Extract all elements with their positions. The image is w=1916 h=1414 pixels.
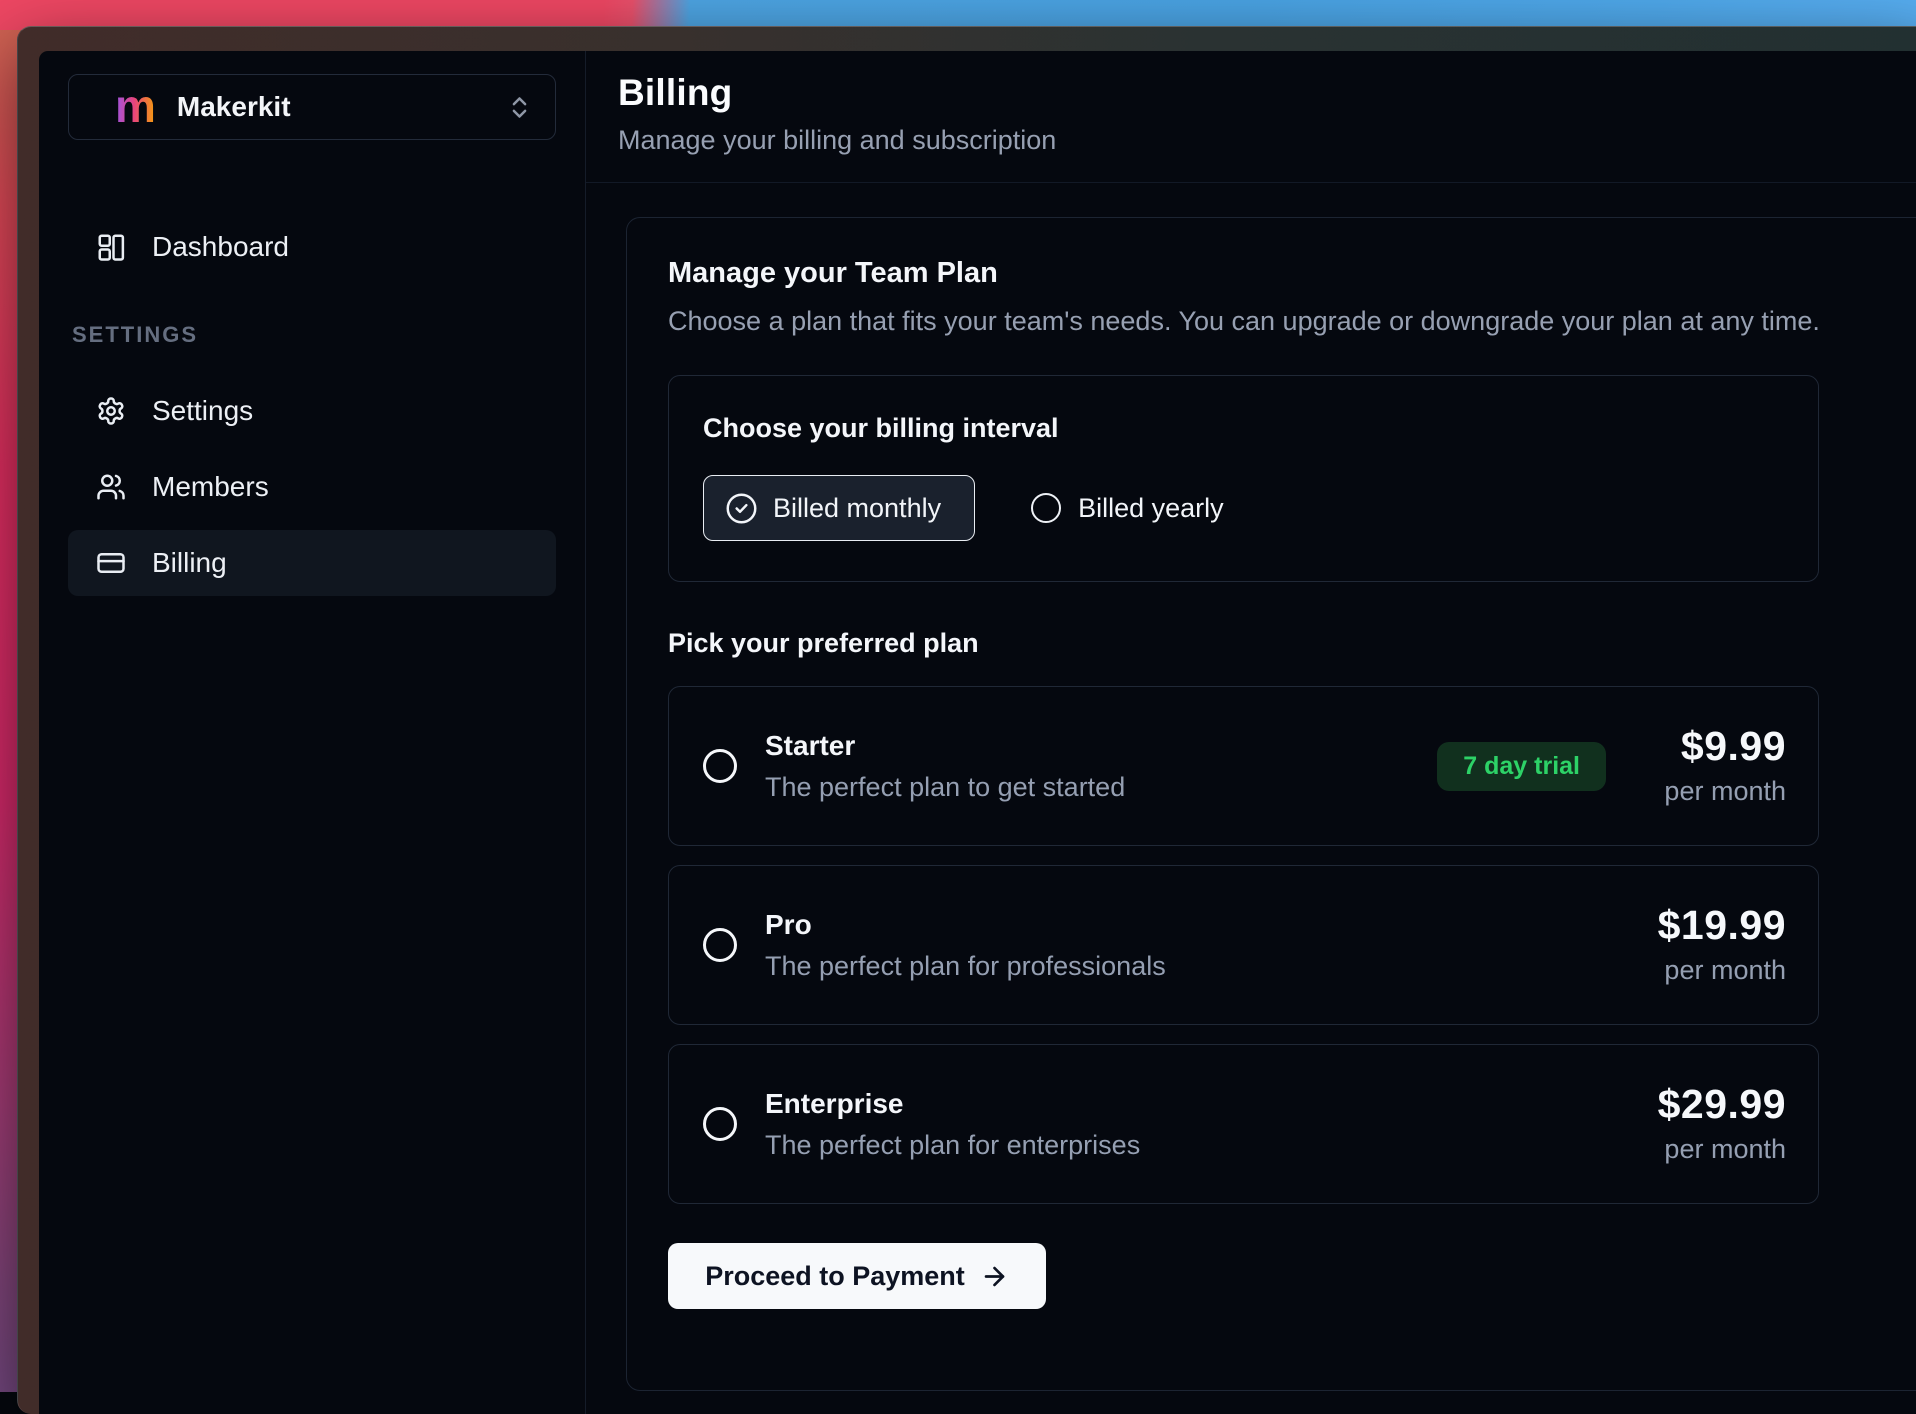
plan-texts: Enterprise The perfect plan for enterpri… [765,1088,1140,1161]
page-title: Billing [618,72,1902,114]
plan-description: The perfect plan to get started [765,772,1125,803]
pick-plan-label: Pick your preferred plan [668,628,1899,659]
credit-card-icon [96,548,126,578]
plan-texts: Starter The perfect plan to get started [765,730,1125,803]
app-content: m Makerkit Dashboard SETTINGS [39,51,1916,1414]
workspace-selector[interactable]: m Makerkit [68,74,556,140]
header-divider [586,182,1916,183]
sidebar-nav: Dashboard SETTINGS Settings Members [39,214,585,596]
chevrons-up-down-icon [506,94,533,121]
plan-period: per month [1646,955,1786,986]
circle-check-icon [725,492,758,525]
trial-badge: 7 day trial [1437,742,1606,791]
radio-circle-icon [1031,493,1061,523]
plan-texts: Pro The perfect plan for professionals [765,909,1166,982]
billing-interval-label: Choose your billing interval [703,413,1784,444]
sidebar-item-billing[interactable]: Billing [68,530,556,596]
billing-interval-options: Billed monthly Billed yearly [703,475,1784,541]
page-subtitle: Manage your billing and subscription [618,125,1902,156]
users-icon [96,472,126,502]
gear-icon [96,396,126,426]
billing-interval-box: Choose your billing interval Billed mont… [668,375,1819,582]
proceed-to-payment-label: Proceed to Payment [705,1261,965,1292]
radio-circle-icon[interactable] [703,749,737,783]
plan-row-enterprise[interactable]: Enterprise The perfect plan for enterpri… [668,1044,1819,1204]
price-block: $9.99 per month [1646,725,1786,807]
sidebar-item-label: Dashboard [152,231,289,263]
plan-name: Enterprise [765,1088,1140,1120]
workspace-name: Makerkit [177,91,291,123]
plan-period: per month [1646,776,1786,807]
billed-monthly-label: Billed monthly [773,493,941,524]
sidebar-item-settings[interactable]: Settings [68,378,556,444]
plan-row-pro[interactable]: Pro The perfect plan for professionals $… [668,865,1819,1025]
sidebar-section-settings: SETTINGS [68,322,556,348]
dashboard-icon [96,232,126,262]
main-content: Billing Manage your billing and subscrip… [586,51,1916,1414]
makerkit-logo: m [115,86,155,127]
desktop-wallpaper: m Makerkit Dashboard SETTINGS [0,0,1916,1392]
radio-circle-icon[interactable] [703,1107,737,1141]
team-plan-card: Manage your Team Plan Choose a plan that… [626,217,1916,1391]
page-header: Billing Manage your billing and subscrip… [586,51,1916,156]
price-block: $19.99 per month [1646,904,1786,986]
plan-price: $19.99 [1646,904,1786,947]
sidebar-item-members[interactable]: Members [68,454,556,520]
billed-monthly-option[interactable]: Billed monthly [703,475,975,541]
price-block: $29.99 per month [1646,1083,1786,1165]
plan-description: The perfect plan for enterprises [765,1130,1140,1161]
billed-yearly-label: Billed yearly [1078,493,1224,524]
arrow-right-icon [980,1262,1009,1291]
card-title: Manage your Team Plan [668,257,1899,290]
plan-row-starter[interactable]: Starter The perfect plan to get started … [668,686,1819,846]
plan-price: $9.99 [1646,725,1786,768]
sidebar: m Makerkit Dashboard SETTINGS [39,51,586,1414]
sidebar-item-dashboard[interactable]: Dashboard [68,214,556,280]
app-window: m Makerkit Dashboard SETTINGS [17,26,1916,1414]
plan-name: Starter [765,730,1125,762]
radio-circle-icon[interactable] [703,928,737,962]
sidebar-item-label: Settings [152,395,253,427]
plan-period: per month [1646,1134,1786,1165]
sidebar-item-label: Billing [152,547,227,579]
billed-yearly-option[interactable]: Billed yearly [1031,493,1224,524]
plan-name: Pro [765,909,1166,941]
plan-price: $29.99 [1646,1083,1786,1126]
plan-description: The perfect plan for professionals [765,951,1166,982]
proceed-to-payment-button[interactable]: Proceed to Payment [668,1243,1046,1309]
card-description: Choose a plan that fits your team's need… [668,306,1899,337]
sidebar-item-label: Members [152,471,269,503]
